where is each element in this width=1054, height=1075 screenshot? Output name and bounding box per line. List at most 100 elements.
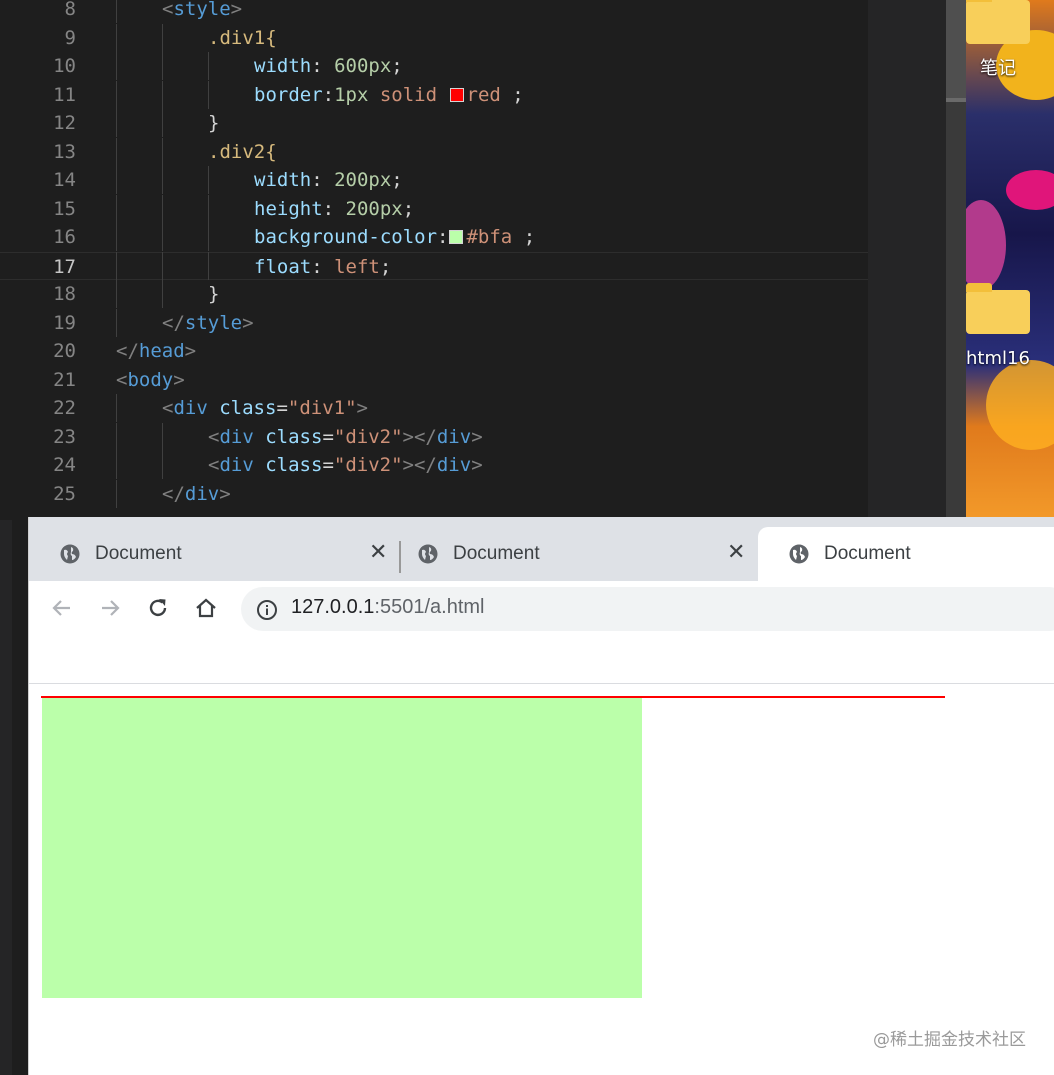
desktop-icon-label-html16[interactable]: html16 xyxy=(966,348,1054,369)
tab-document-1[interactable]: Document ✕ xyxy=(29,527,399,581)
code-token: = xyxy=(322,426,334,448)
code-token: width xyxy=(254,169,312,191)
indent-guide xyxy=(162,52,163,80)
editor-minimap[interactable] xyxy=(868,0,946,520)
code-line[interactable]: 18} xyxy=(0,280,868,308)
line-number: 18 xyxy=(53,283,76,305)
code-line[interactable]: 23 <div class="div2"></div> xyxy=(0,423,868,451)
editor-scrollbar-thumb[interactable] xyxy=(946,0,966,100)
code-token: } xyxy=(208,112,220,134)
code-token: < xyxy=(162,397,174,419)
code-token: width xyxy=(254,55,312,77)
code-line[interactable]: 10 width: 600px; xyxy=(0,52,868,80)
code-token: style xyxy=(173,0,231,20)
desktop-wallpaper: 笔记 html16 xyxy=(966,0,1054,520)
code-token: : xyxy=(311,55,335,77)
indent-guide xyxy=(116,0,117,23)
url-text[interactable]: 127.0.0.1:5501/a.html xyxy=(291,596,485,619)
tab-title: Document xyxy=(824,543,911,564)
code-line[interactable]: 21 <body> xyxy=(0,366,868,394)
color-swatch[interactable] xyxy=(449,230,464,244)
code-token: head xyxy=(138,340,185,362)
wallpaper-shape xyxy=(986,360,1054,450)
indent-guide xyxy=(116,24,117,52)
indent-guide xyxy=(116,451,117,479)
code-token: 200px xyxy=(334,169,392,191)
code-line[interactable]: 8 <style> xyxy=(0,0,868,23)
indent-guide xyxy=(116,166,117,194)
code-token: div xyxy=(436,426,472,448)
code-line[interactable]: 17 float: left; xyxy=(0,252,868,280)
code-line[interactable]: 19 </style> xyxy=(0,309,868,337)
code-line[interactable]: 12} xyxy=(0,109,868,137)
address-bar[interactable]: 127.0.0.1:5501/a.html xyxy=(241,587,1054,631)
code-token: > xyxy=(242,312,254,334)
line-number: 11 xyxy=(53,84,76,106)
code-line[interactable]: 24 <div class="div2"></div> xyxy=(0,451,868,479)
code-token: class xyxy=(219,397,277,419)
code-line[interactable]: 9 .div1{ xyxy=(0,24,868,52)
indent-guide xyxy=(208,195,209,223)
code-line[interactable]: 16 background-color: #bfa ; xyxy=(0,223,868,251)
div2-green-box xyxy=(42,698,342,998)
line-number: 17 xyxy=(53,256,76,278)
page-viewport xyxy=(29,684,1054,1075)
code-token: > xyxy=(230,0,243,20)
tab-document-2[interactable]: Document ✕ xyxy=(387,527,757,581)
tab-strip: Document ✕ Document ✕ Document xyxy=(29,517,1054,581)
code-token: < xyxy=(162,0,174,20)
indent-guide xyxy=(116,81,117,109)
code-text: .div2{ xyxy=(208,138,277,166)
code-text: } xyxy=(208,280,219,308)
indent-guide xyxy=(208,252,209,280)
code-line[interactable]: 11 border:1px solid red ; xyxy=(0,81,868,109)
folder-icon[interactable] xyxy=(966,283,1030,334)
tab-document-3[interactable]: Document xyxy=(758,527,1054,581)
line-number: 19 xyxy=(53,312,76,334)
code-text: background-color: #bfa ; xyxy=(254,223,535,251)
code-line[interactable]: 14 width: 200px; xyxy=(0,166,868,194)
code-line[interactable]: 22 <div class="div1"> xyxy=(0,394,868,422)
reload-icon[interactable] xyxy=(145,595,171,621)
indent-guide xyxy=(208,223,209,251)
indent-guide xyxy=(162,109,163,137)
code-text: <div class="div2"></div> xyxy=(208,423,483,451)
indent-guide xyxy=(162,138,163,166)
code-token: div xyxy=(219,454,254,476)
indent-guide xyxy=(208,52,209,80)
code-token: ; xyxy=(391,169,403,191)
code-token: < xyxy=(208,426,220,448)
code-editor[interactable]: 8 <style> 9 .div1{10 width: 600px; 11 border:1… xyxy=(0,0,946,520)
code-line[interactable]: 13 .div2{ xyxy=(0,138,868,166)
back-arrow-icon[interactable] xyxy=(49,595,75,621)
line-number: 24 xyxy=(53,454,76,476)
indent-guide xyxy=(116,252,117,280)
desktop-icon-label-notes[interactable]: 笔记 xyxy=(966,54,1054,80)
code-line[interactable]: 15 height: 200px; xyxy=(0,195,868,223)
indent-guide xyxy=(162,423,163,451)
code-token: : xyxy=(322,198,346,220)
code-token: #bfa xyxy=(466,226,513,248)
line-number: 12 xyxy=(53,112,76,134)
forward-arrow-icon[interactable] xyxy=(97,595,123,621)
code-token: ; xyxy=(512,226,536,248)
code-text: .div1{ xyxy=(208,24,277,52)
folder-icon[interactable] xyxy=(966,0,1030,44)
home-icon[interactable] xyxy=(193,595,219,621)
color-swatch[interactable] xyxy=(449,88,464,102)
code-token: : xyxy=(311,169,335,191)
code-text: <body> xyxy=(116,366,185,394)
info-icon[interactable] xyxy=(256,599,278,621)
url-host: 127.0.0.1 xyxy=(291,596,375,618)
indent-guide xyxy=(208,81,209,109)
code-line[interactable]: 25 </div> xyxy=(0,480,868,508)
code-text: </head> xyxy=(116,337,196,365)
indent-guide xyxy=(116,109,117,137)
close-icon[interactable]: ✕ xyxy=(369,540,387,565)
code-line[interactable]: 20 </head> xyxy=(0,337,868,365)
code-token: > xyxy=(471,426,483,448)
close-icon[interactable]: ✕ xyxy=(727,540,745,565)
code-token: "div1" xyxy=(287,397,357,419)
